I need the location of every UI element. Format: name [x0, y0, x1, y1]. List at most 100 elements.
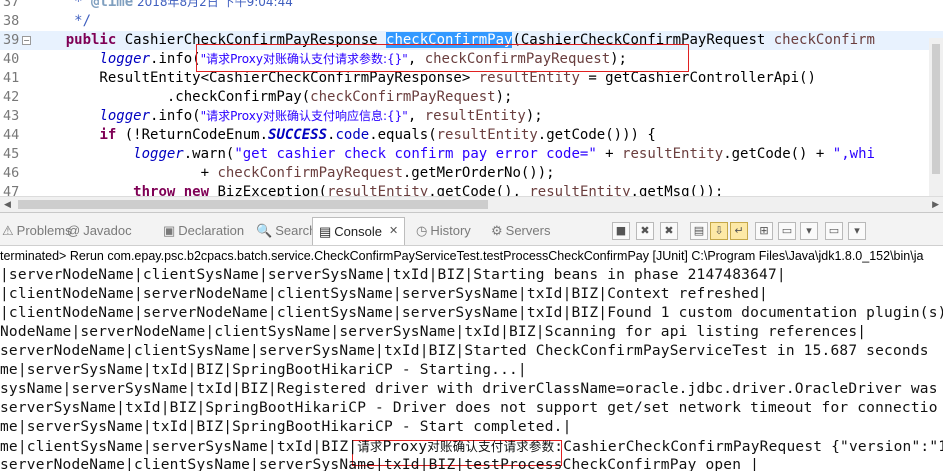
code-token: + [596, 146, 623, 162]
problems-icon: ⚠ [2, 223, 14, 238]
code-token: code [335, 127, 370, 143]
editor-horizontal-scroll-thumb[interactable] [18, 200, 488, 209]
word-wrap-icon[interactable]: ↵ [730, 222, 748, 240]
open-console-menu-icon[interactable]: ▾ [848, 222, 866, 240]
code-token: .info( [150, 108, 201, 124]
code-token: @time [91, 0, 134, 10]
tab-console[interactable]: ▤ Console ✕ [312, 217, 406, 245]
code-token: .getCode() + [723, 146, 833, 162]
code-token: resultEntity [436, 127, 538, 143]
code-line[interactable]: 39− public CashierCheckConfirmPayRespons… [0, 31, 943, 50]
console-line: |clientNodeName|serverNodeName|clientSys… [0, 286, 768, 302]
console-line: NodeName|serverNodeName|clientSysName|se… [0, 324, 867, 340]
show-on-output-icon[interactable]: ▭ [778, 222, 796, 240]
tab-label: Declaration [178, 223, 245, 238]
code-token: resultEntity [478, 70, 580, 86]
code-token: checkConfirmPayRequest [217, 165, 403, 181]
code-line[interactable]: 41 ResultEntity<CashierCheckConfirmPayRe… [0, 69, 943, 88]
tab-label: History [430, 223, 471, 238]
code-text: + checkConfirmPayRequest.getMerOrderNo()… [32, 164, 943, 183]
code-line[interactable]: 42 .checkConfirmPay(checkConfirmPayReque… [0, 88, 943, 107]
code-token: public [65, 32, 117, 48]
javadoc-icon: @ [67, 223, 81, 238]
close-tab-icon[interactable]: ✕ [389, 218, 398, 245]
code-line[interactable]: 43 logger.info("请求Proxy对账确认支付响应信息:{}", r… [0, 107, 943, 126]
console-output[interactable]: |serverNodeName|clientSysName|serverSysN… [0, 266, 943, 471]
code-token: if [99, 127, 117, 143]
stop-icon[interactable]: ■ [612, 222, 630, 240]
code-token: "get cashier check confirm pay error cod… [234, 146, 597, 162]
code-text: ResultEntity<CashierCheckConfirmPayRespo… [32, 69, 943, 88]
code-token: , [407, 108, 425, 124]
remove-launch-icon[interactable]: ✖ [636, 222, 654, 240]
scroll-lock-icon[interactable]: ⇩ [710, 222, 728, 240]
code-text: if (!ReturnCodeEnum.SUCCESS.code.equals(… [32, 126, 943, 145]
code-text: * @time 2018年8月2日 下午9:04:44 [32, 0, 943, 12]
tab-declaration[interactable]: ▣ Declaration [163, 221, 244, 241]
tab-history[interactable]: ◷ History [416, 221, 471, 241]
clear-console-icon[interactable]: ▤ [690, 222, 708, 240]
code-line[interactable]: 40 logger.info("请求Proxy对账确认支付请求参数:{}", c… [0, 50, 943, 69]
code-token: checkConfirmPayRequest [424, 51, 611, 67]
code-token: .checkConfirmPay( [32, 89, 311, 105]
code-token: logger [99, 108, 151, 124]
code-line[interactable]: 44 if (!ReturnCodeEnum.SUCCESS.code.equa… [0, 126, 943, 145]
code-editor[interactable]: 37 * @time 2018年8月2日 下午9:04:44 38 */39− p… [0, 0, 943, 212]
tab-servers[interactable]: ⚙ Servers [491, 221, 550, 241]
editor-vertical-scroll-thumb[interactable] [932, 44, 940, 174]
tab-label: Console [334, 224, 382, 239]
console-line: me|clientSysName|serverSysName|txId|BIZ|… [0, 439, 943, 455]
code-token: .equals( [369, 127, 437, 143]
servers-icon: ⚙ [491, 223, 503, 238]
editor-horizontal-scrollbar[interactable]: ◀ ▶ [0, 196, 943, 213]
history-icon: ◷ [416, 223, 428, 238]
code-line[interactable]: 38 */ [0, 12, 943, 31]
line-number: 38 [3, 13, 20, 29]
search-icon: 🔍 [256, 223, 273, 238]
code-line[interactable]: 45 logger.warn("get cashier check confir… [0, 145, 943, 164]
code-token: "请求Proxy对账确认支付请求参数:{}" [200, 52, 408, 66]
tab-javadoc[interactable]: @ Javadoc [67, 221, 132, 241]
code-text: logger.info("请求Proxy对账确认支付响应信息:{}", resu… [32, 107, 943, 126]
display-console-icon[interactable]: ▾ [800, 222, 818, 240]
code-token: ); [610, 51, 627, 67]
code-token: logger [133, 146, 184, 162]
code-token: (!ReturnCodeEnum. [116, 127, 269, 143]
code-token: CashierCheckConfirmPayResponse [116, 32, 387, 48]
line-number: 45 [3, 146, 20, 162]
code-token: 2018年8月2日 下午9:04:44 [133, 0, 293, 9]
code-token: .getCode())) { [537, 127, 656, 143]
console-line: |clientNodeName|serverNodeName|clientSys… [0, 305, 943, 321]
line-number: 44 [3, 127, 20, 143]
code-token: resultEntity [424, 108, 526, 124]
line-number: 40 [3, 51, 20, 67]
code-token: .warn( [183, 146, 235, 162]
scroll-left-arrow-icon[interactable]: ◀ [4, 200, 11, 210]
code-token: */ [32, 13, 92, 29]
code-line[interactable]: 46 + checkConfirmPayRequest.getMerOrderN… [0, 164, 943, 183]
code-token: checkConfirmPay [386, 32, 513, 48]
console-line: serverNodeName|clientSysName|serverSysNa… [0, 457, 760, 471]
pin-console-icon[interactable]: ⊞ [755, 222, 773, 240]
tab-label: Search [275, 223, 317, 238]
tab-label: Javadoc [83, 223, 132, 238]
code-token: + [32, 165, 218, 181]
code-token: ); [525, 108, 543, 124]
code-line[interactable]: 37 * @time 2018年8月2日 下午9:04:44 [0, 0, 943, 12]
open-console-icon[interactable]: ▭ [825, 222, 843, 240]
line-number: 43 [3, 108, 20, 124]
fold-toggle-icon[interactable]: − [22, 36, 31, 45]
tab-search[interactable]: 🔍 Search [256, 221, 316, 241]
code-token: = getCashierControllerApi() [579, 70, 816, 86]
remove-all-icon[interactable]: ✖ [660, 222, 678, 240]
console-view-tabbar: ⚠ Problems @ Javadoc ▣ Declaration 🔍 Search ▤ Con… [0, 212, 943, 246]
tab-problems[interactable]: ⚠ Problems [2, 221, 72, 241]
console-launch-status: terminated> Rerun com.epay.psc.b2cpacs.b… [0, 249, 924, 263]
scroll-right-arrow-icon[interactable]: ▶ [932, 200, 939, 210]
code-token: "请求Proxy对账确认支付响应信息:{}" [200, 109, 408, 123]
line-number: 42 [3, 89, 20, 105]
console-line: sysName|serverSysName|txId|BIZ|Registere… [0, 381, 938, 397]
editor-vertical-scrollbar[interactable] [929, 38, 943, 196]
